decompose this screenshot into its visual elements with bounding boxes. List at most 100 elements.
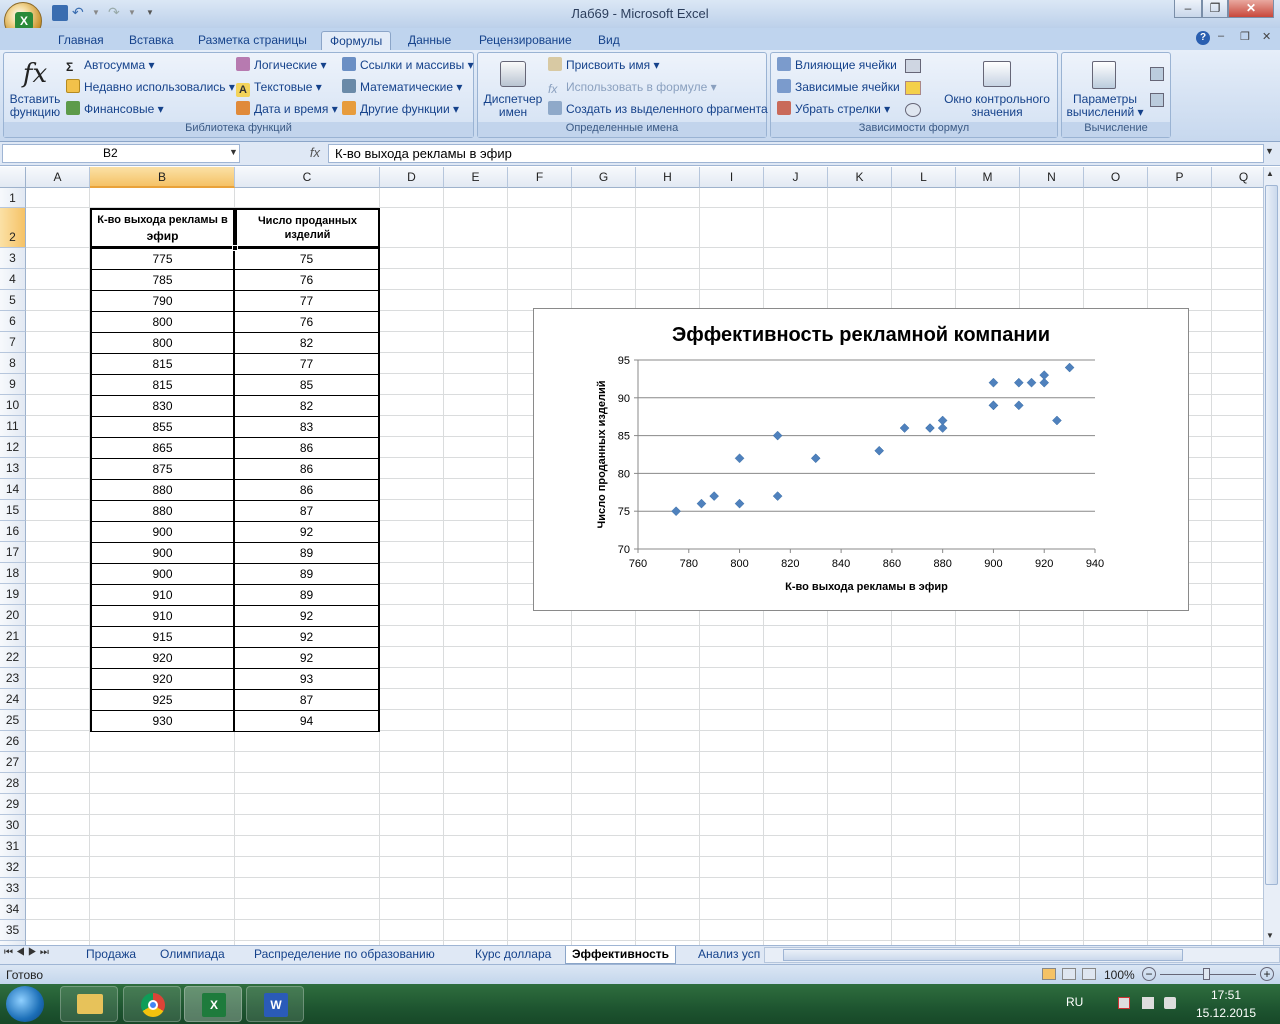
column-header-f[interactable]: F — [508, 167, 572, 188]
table-cell-b[interactable]: 930 — [90, 710, 235, 732]
error-checking-icon[interactable] — [905, 81, 921, 95]
define-name-button[interactable]: Присвоить имя ▾ — [548, 55, 660, 75]
row-header-33[interactable]: 33 — [0, 878, 26, 899]
table-cell-b[interactable]: 815 — [90, 353, 235, 375]
table-cell-c[interactable]: 77 — [235, 290, 380, 312]
text-button[interactable]: A Текстовые ▾ — [236, 77, 322, 97]
word-taskbar-button[interactable]: W — [246, 986, 304, 1022]
row-header-27[interactable]: 27 — [0, 752, 26, 773]
expand-formula-bar-icon[interactable]: ▼ — [1265, 146, 1274, 156]
table-cell-b[interactable]: 910 — [90, 584, 235, 606]
remove-arrows-button[interactable]: Убрать стрелки ▾ — [777, 99, 890, 119]
customize-qat-icon[interactable]: ▼ — [146, 5, 162, 21]
table-cell-c[interactable]: 76 — [235, 311, 380, 333]
formula-input[interactable]: К-во выхода рекламы в эфир — [328, 144, 1264, 163]
redo-dropdown-icon[interactable]: ▼ — [128, 5, 144, 21]
table-cell-b[interactable]: 900 — [90, 563, 235, 585]
normal-view-icon[interactable] — [1042, 968, 1056, 980]
calculate-now-icon[interactable] — [1150, 67, 1164, 81]
row-header-2[interactable]: 2 — [0, 208, 26, 248]
watch-window-button[interactable]: Окно контрольного значения — [939, 57, 1055, 119]
recent-functions-button[interactable]: Недавно использовались ▾ — [66, 77, 235, 97]
table-cell-b[interactable]: 865 — [90, 437, 235, 459]
row-header-35[interactable]: 35 — [0, 920, 26, 941]
column-header-p[interactable]: P — [1148, 167, 1212, 188]
row-header-34[interactable]: 34 — [0, 899, 26, 920]
row-header-12[interactable]: 12 — [0, 437, 26, 458]
financial-button[interactable]: Финансовые ▾ — [66, 99, 164, 119]
row-header-29[interactable]: 29 — [0, 794, 26, 815]
sheet-tab-effectiveness[interactable]: Эффективность — [565, 946, 677, 964]
table-cell-b[interactable]: 800 — [90, 311, 235, 333]
table-cell-b[interactable]: 775 — [90, 248, 235, 270]
row-header-18[interactable]: 18 — [0, 563, 26, 584]
table-cell-c[interactable]: 86 — [235, 479, 380, 501]
name-manager-button[interactable]: Диспетчер имен — [482, 57, 544, 119]
evaluate-formula-icon[interactable] — [905, 103, 921, 117]
table-cell-c[interactable]: 82 — [235, 332, 380, 354]
redo-icon[interactable]: ↷ — [108, 5, 124, 21]
sheet-tab-olimpiada[interactable]: Олимпиада — [154, 946, 231, 964]
autosum-button[interactable]: Σ Автосумма ▾ — [66, 55, 155, 75]
column-header-a[interactable]: A — [26, 167, 90, 188]
row-header-16[interactable]: 16 — [0, 521, 26, 542]
table-cell-b[interactable]: 925 — [90, 689, 235, 711]
row-header-1[interactable]: 1 — [0, 188, 26, 208]
undo-icon[interactable]: ↶ — [72, 5, 88, 21]
insert-function-button[interactable]: fx Вставить функцию — [6, 57, 64, 119]
row-header-13[interactable]: 13 — [0, 458, 26, 479]
scroll-down-icon[interactable]: ▼ — [1266, 931, 1274, 940]
row-header-26[interactable]: 26 — [0, 731, 26, 752]
workbook-close-icon[interactable]: ✕ — [1262, 30, 1271, 43]
calculate-sheet-icon[interactable] — [1150, 93, 1164, 107]
table-cell-b[interactable]: 880 — [90, 479, 235, 501]
workbook-minimize-icon[interactable]: – — [1218, 30, 1224, 42]
row-header-21[interactable]: 21 — [0, 626, 26, 647]
horizontal-scroll-thumb[interactable] — [783, 949, 1183, 961]
sheet-tab-analysis[interactable]: Анализ усп — [692, 946, 760, 964]
row-header-30[interactable]: 30 — [0, 815, 26, 836]
logical-button[interactable]: Логические ▾ — [236, 55, 327, 75]
vertical-scrollbar[interactable]: ▲ ▼ — [1263, 167, 1280, 945]
undo-dropdown-icon[interactable]: ▼ — [92, 5, 108, 21]
column-header-i[interactable]: I — [700, 167, 764, 188]
name-box[interactable]: B2 — [2, 144, 240, 163]
select-all-corner[interactable] — [0, 167, 26, 188]
page-break-view-icon[interactable] — [1082, 968, 1096, 980]
zoom-out-icon[interactable]: − — [1142, 967, 1156, 981]
column-header-d[interactable]: D — [380, 167, 444, 188]
column-header-b[interactable]: B — [90, 167, 235, 188]
excel-taskbar-button[interactable]: X — [184, 986, 242, 1022]
table-cell-c[interactable]: 77 — [235, 353, 380, 375]
column-header-l[interactable]: L — [892, 167, 956, 188]
network-icon[interactable] — [1142, 997, 1154, 1009]
table-cell-b[interactable]: 920 — [90, 668, 235, 690]
column-header-n[interactable]: N — [1020, 167, 1084, 188]
row-header-4[interactable]: 4 — [0, 269, 26, 290]
row-header-7[interactable]: 7 — [0, 332, 26, 353]
table-cell-c[interactable]: 86 — [235, 458, 380, 480]
row-header-10[interactable]: 10 — [0, 395, 26, 416]
horizontal-scrollbar[interactable] — [764, 947, 1280, 963]
action-center-icon[interactable] — [1118, 997, 1130, 1009]
row-header-9[interactable]: 9 — [0, 374, 26, 395]
table-cell-c[interactable]: 92 — [235, 647, 380, 669]
zoom-level[interactable]: 100% — [1104, 968, 1135, 982]
create-from-selection-button[interactable]: Создать из выделенного фрагмента — [548, 99, 768, 119]
table-cell-b[interactable]: 790 — [90, 290, 235, 312]
row-header-32[interactable]: 32 — [0, 857, 26, 878]
workbook-restore-icon[interactable]: ❐ — [1240, 30, 1250, 43]
trace-dependents-button[interactable]: Зависимые ячейки — [777, 77, 900, 97]
table-cell-b[interactable]: 920 — [90, 647, 235, 669]
table-cell-b[interactable]: 900 — [90, 521, 235, 543]
volume-icon[interactable] — [1164, 997, 1176, 1009]
tab-formulas[interactable]: Формулы — [321, 31, 392, 51]
vertical-scroll-thumb[interactable] — [1265, 185, 1278, 885]
table-cell-c[interactable]: 89 — [235, 542, 380, 564]
table-cell-c[interactable]: 93 — [235, 668, 380, 690]
scroll-up-icon[interactable]: ▲ — [1266, 169, 1274, 178]
column-header-o[interactable]: O — [1084, 167, 1148, 188]
table-cell-c[interactable]: 85 — [235, 374, 380, 396]
table-cell-b[interactable]: 785 — [90, 269, 235, 291]
clock-date[interactable]: 15.12.2015 — [1186, 1006, 1266, 1020]
